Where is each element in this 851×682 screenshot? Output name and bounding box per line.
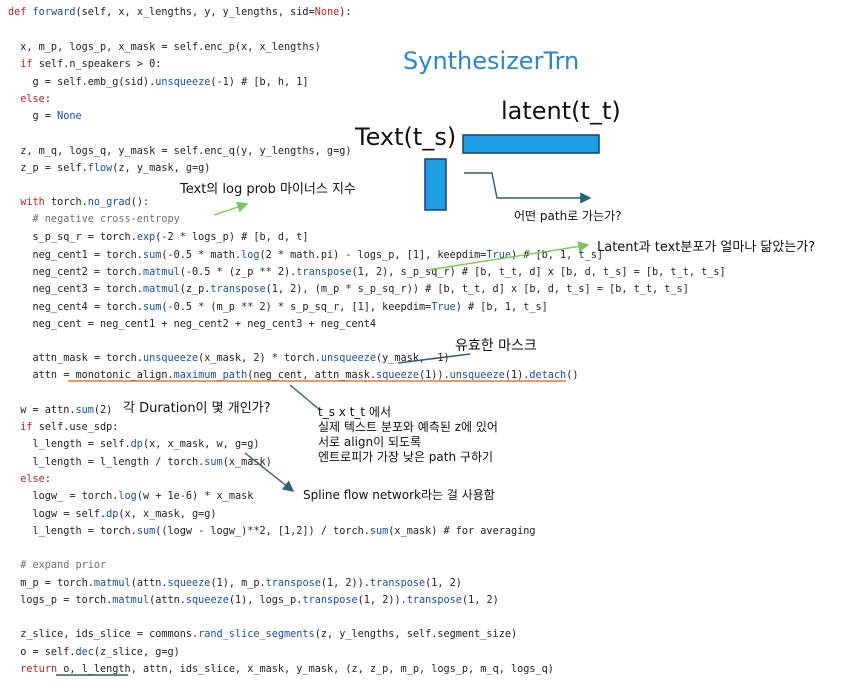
latent-block bbox=[462, 134, 600, 154]
log-prob-arrow bbox=[213, 201, 249, 216]
align-line bbox=[289, 384, 321, 411]
path-arrow bbox=[464, 172, 592, 204]
diagram-overlay bbox=[56, 134, 600, 676]
align-note-4: 엔트로피가 가장 낮은 path 구하기 bbox=[318, 450, 494, 464]
text-label: Text(t_s) bbox=[355, 123, 457, 151]
similarity-arrow bbox=[427, 240, 590, 271]
duration-note: 각 Duration이 몇 개인가? bbox=[123, 401, 271, 416]
text-block bbox=[424, 158, 447, 211]
which-path-note: 어떤 path로 가는가? bbox=[514, 209, 622, 223]
valid-mask-line bbox=[397, 353, 471, 364]
similarity-note: Latent과 text분포가 얼마나 닮았는가? bbox=[597, 240, 816, 255]
title-synthesizertrn: SynthesizerTrn bbox=[403, 47, 580, 75]
log-prob-note: Text의 log prob 마이너스 지수 bbox=[180, 182, 356, 197]
valid-mask-note: 유효한 마스크 bbox=[455, 338, 537, 354]
flow-arrow bbox=[244, 452, 295, 492]
latent-label: latent(t_t) bbox=[501, 97, 621, 125]
flow-note: Spline flow network라는 걸 사용함 bbox=[303, 488, 495, 502]
